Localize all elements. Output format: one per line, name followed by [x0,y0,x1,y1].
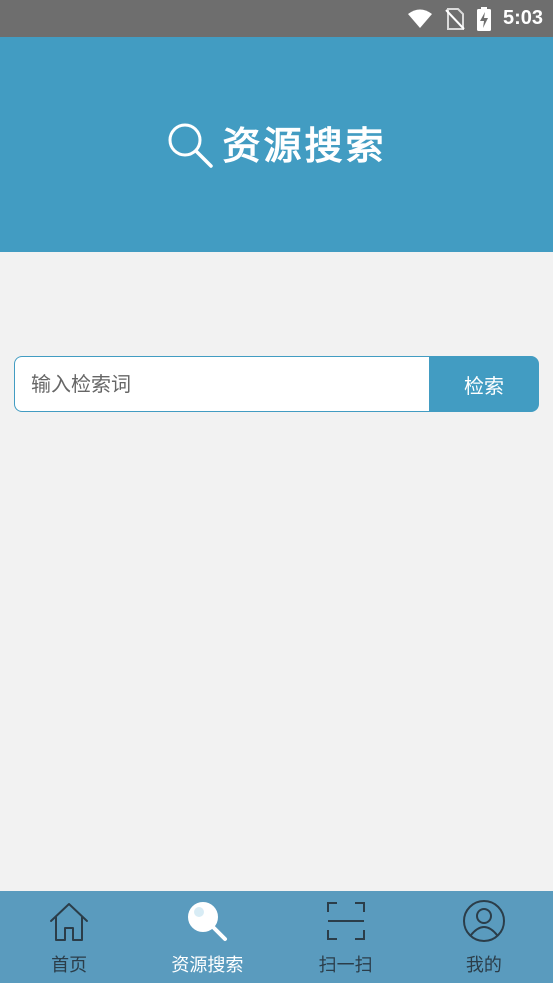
nav-label: 资源搜索 [171,955,244,976]
nav-item-scan[interactable]: 扫一扫 [277,891,415,983]
status-icons: 5:03 [407,0,543,37]
search-bar: 检索 [14,356,539,412]
nav-label: 我的 [465,955,502,976]
wifi-icon [407,9,432,28]
profile-icon [462,900,505,942]
bottom-nav: 首页 资源搜索 扫一扫 我的 [0,891,553,983]
page-title: 资源搜索 [222,123,387,168]
nav-label: 首页 [51,955,88,976]
status-bar: 5:03 [0,0,553,37]
search-input[interactable] [14,356,429,412]
nav-item-search[interactable]: 资源搜索 [138,891,276,983]
nav-label: 扫一扫 [318,955,373,976]
nav-item-home[interactable]: 首页 [0,891,138,983]
search-icon [188,902,228,941]
search-icon [168,123,214,168]
nav-item-profile[interactable]: 我的 [415,891,553,983]
header-banner: 资源搜索 [0,37,553,252]
status-time: 5:03 [502,7,543,29]
search-button[interactable]: 检索 [429,356,539,412]
scan-icon [326,902,365,940]
home-icon [50,903,89,941]
battery-charging-icon [476,6,491,31]
no-sim-icon [445,7,465,30]
